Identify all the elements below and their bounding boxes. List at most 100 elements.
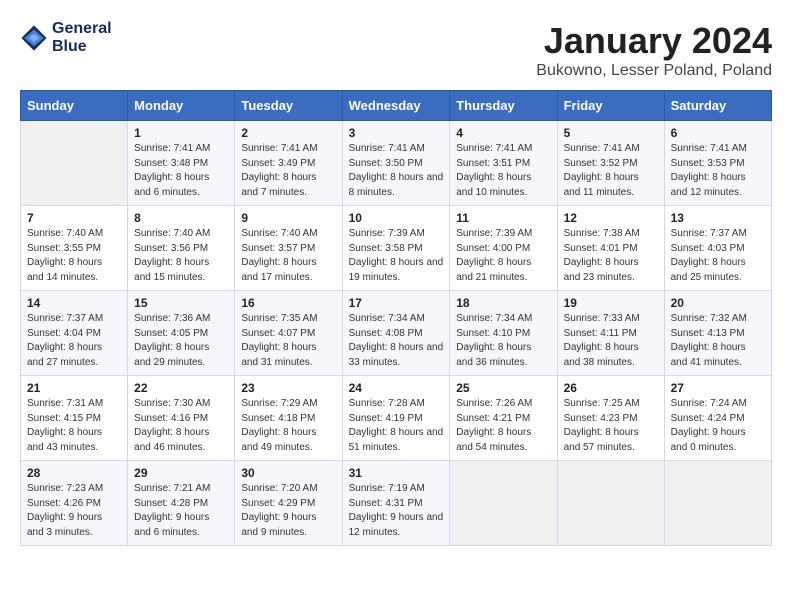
day-number: 27 <box>671 381 765 395</box>
day-number: 3 <box>349 126 444 140</box>
day-number: 1 <box>134 126 228 140</box>
weekday-header-tuesday: Tuesday <box>235 91 342 121</box>
day-info: Sunrise: 7:41 AM Sunset: 3:49 PM Dayligh… <box>241 142 335 200</box>
day-number: 13 <box>671 211 765 225</box>
logo-text: General Blue <box>52 20 112 56</box>
calendar-header-row: SundayMondayTuesdayWednesdayThursdayFrid… <box>21 91 772 121</box>
weekday-header-saturday: Saturday <box>664 91 771 121</box>
day-number: 22 <box>134 381 228 395</box>
day-number: 8 <box>134 211 228 225</box>
calendar-cell: 19 Sunrise: 7:33 AM Sunset: 4:11 PM Dayli… <box>557 291 664 376</box>
calendar-cell: 15 Sunrise: 7:36 AM Sunset: 4:05 PM Dayli… <box>128 291 235 376</box>
month-title: January 2024 <box>536 20 772 62</box>
calendar-week-row: 14 Sunrise: 7:37 AM Sunset: 4:04 PM Dayli… <box>21 291 772 376</box>
day-number: 11 <box>456 211 550 225</box>
day-number: 12 <box>564 211 658 225</box>
calendar-cell: 30 Sunrise: 7:20 AM Sunset: 4:29 PM Dayli… <box>235 461 342 546</box>
day-number: 15 <box>134 296 228 310</box>
day-info: Sunrise: 7:36 AM Sunset: 4:05 PM Dayligh… <box>134 312 228 370</box>
day-info: Sunrise: 7:41 AM Sunset: 3:53 PM Dayligh… <box>671 142 765 200</box>
calendar-week-row: 21Sunrise: 7:31 AM Sunset: 4:15 PM Dayli… <box>21 376 772 461</box>
calendar-cell: 24Sunrise: 7:28 AM Sunset: 4:19 PM Dayli… <box>342 376 450 461</box>
day-number: 14 <box>27 296 121 310</box>
day-number: 18 <box>456 296 550 310</box>
day-info: Sunrise: 7:35 AM Sunset: 4:07 PM Dayligh… <box>241 312 335 370</box>
day-info: Sunrise: 7:26 AM Sunset: 4:21 PM Dayligh… <box>456 397 550 455</box>
calendar-cell: 1 Sunrise: 7:41 AM Sunset: 3:48 PM Daylig… <box>128 121 235 206</box>
title-section: January 2024 Bukowno, Lesser Poland, Pol… <box>536 20 772 80</box>
calendar-cell: 16 Sunrise: 7:35 AM Sunset: 4:07 PM Dayli… <box>235 291 342 376</box>
day-info: Sunrise: 7:41 AM Sunset: 3:52 PM Dayligh… <box>564 142 658 200</box>
day-number: 28 <box>27 466 121 480</box>
calendar-cell: 20 Sunrise: 7:32 AM Sunset: 4:13 PM Dayli… <box>664 291 771 376</box>
calendar-cell: 28Sunrise: 7:23 AM Sunset: 4:26 PM Dayli… <box>21 461 128 546</box>
day-info: Sunrise: 7:34 AM Sunset: 4:08 PM Dayligh… <box>349 312 444 370</box>
calendar-cell: 10 Sunrise: 7:39 AM Sunset: 3:58 PM Dayli… <box>342 206 450 291</box>
weekday-header-friday: Friday <box>557 91 664 121</box>
day-info: Sunrise: 7:39 AM Sunset: 4:00 PM Dayligh… <box>456 227 550 285</box>
day-info: Sunrise: 7:37 AM Sunset: 4:04 PM Dayligh… <box>27 312 121 370</box>
calendar-cell: 29Sunrise: 7:21 AM Sunset: 4:28 PM Dayli… <box>128 461 235 546</box>
calendar-cell: 3 Sunrise: 7:41 AM Sunset: 3:50 PM Daylig… <box>342 121 450 206</box>
calendar-cell <box>557 461 664 546</box>
calendar-cell: 7 Sunrise: 7:40 AM Sunset: 3:55 PM Daylig… <box>21 206 128 291</box>
day-info: Sunrise: 7:40 AM Sunset: 3:56 PM Dayligh… <box>134 227 228 285</box>
day-info: Sunrise: 7:41 AM Sunset: 3:51 PM Dayligh… <box>456 142 550 200</box>
day-info: Sunrise: 7:30 AM Sunset: 4:16 PM Dayligh… <box>134 397 228 455</box>
day-number: 2 <box>241 126 335 140</box>
weekday-header-thursday: Thursday <box>450 91 557 121</box>
calendar-cell <box>450 461 557 546</box>
logo: General Blue <box>20 20 112 56</box>
calendar-cell: 18 Sunrise: 7:34 AM Sunset: 4:10 PM Dayli… <box>450 291 557 376</box>
calendar-table: SundayMondayTuesdayWednesdayThursdayFrid… <box>20 90 772 546</box>
calendar-cell: 14 Sunrise: 7:37 AM Sunset: 4:04 PM Dayli… <box>21 291 128 376</box>
weekday-header-monday: Monday <box>128 91 235 121</box>
day-number: 9 <box>241 211 335 225</box>
calendar-cell: 27Sunrise: 7:24 AM Sunset: 4:24 PM Dayli… <box>664 376 771 461</box>
day-number: 30 <box>241 466 335 480</box>
calendar-cell <box>664 461 771 546</box>
day-info: Sunrise: 7:25 AM Sunset: 4:23 PM Dayligh… <box>564 397 658 455</box>
day-info: Sunrise: 7:31 AM Sunset: 4:15 PM Dayligh… <box>27 397 121 455</box>
calendar-cell: 12 Sunrise: 7:38 AM Sunset: 4:01 PM Dayli… <box>557 206 664 291</box>
calendar-cell: 2 Sunrise: 7:41 AM Sunset: 3:49 PM Daylig… <box>235 121 342 206</box>
day-number: 16 <box>241 296 335 310</box>
day-info: Sunrise: 7:37 AM Sunset: 4:03 PM Dayligh… <box>671 227 765 285</box>
day-number: 17 <box>349 296 444 310</box>
day-info: Sunrise: 7:19 AM Sunset: 4:31 PM Dayligh… <box>349 482 444 540</box>
day-info: Sunrise: 7:38 AM Sunset: 4:01 PM Dayligh… <box>564 227 658 285</box>
calendar-cell: 31 Sunrise: 7:19 AM Sunset: 4:31 PM Dayli… <box>342 461 450 546</box>
calendar-cell: 22 Sunrise: 7:30 AM Sunset: 4:16 PM Dayli… <box>128 376 235 461</box>
day-number: 7 <box>27 211 121 225</box>
calendar-cell: 17 Sunrise: 7:34 AM Sunset: 4:08 PM Dayli… <box>342 291 450 376</box>
weekday-header-sunday: Sunday <box>21 91 128 121</box>
day-info: Sunrise: 7:34 AM Sunset: 4:10 PM Dayligh… <box>456 312 550 370</box>
calendar-cell: 26Sunrise: 7:25 AM Sunset: 4:23 PM Dayli… <box>557 376 664 461</box>
day-info: Sunrise: 7:41 AM Sunset: 3:48 PM Dayligh… <box>134 142 228 200</box>
day-number: 20 <box>671 296 765 310</box>
calendar-cell: 13 Sunrise: 7:37 AM Sunset: 4:03 PM Dayli… <box>664 206 771 291</box>
day-number: 5 <box>564 126 658 140</box>
day-info: Sunrise: 7:28 AM Sunset: 4:19 PM Dayligh… <box>349 397 444 455</box>
location-title: Bukowno, Lesser Poland, Poland <box>536 62 772 80</box>
day-info: Sunrise: 7:29 AM Sunset: 4:18 PM Dayligh… <box>241 397 335 455</box>
day-number: 19 <box>564 296 658 310</box>
day-info: Sunrise: 7:33 AM Sunset: 4:11 PM Dayligh… <box>564 312 658 370</box>
day-number: 10 <box>349 211 444 225</box>
day-info: Sunrise: 7:39 AM Sunset: 3:58 PM Dayligh… <box>349 227 444 285</box>
calendar-cell: 23 Sunrise: 7:29 AM Sunset: 4:18 PM Dayli… <box>235 376 342 461</box>
weekday-header-wednesday: Wednesday <box>342 91 450 121</box>
day-number: 31 <box>349 466 444 480</box>
day-info: Sunrise: 7:32 AM Sunset: 4:13 PM Dayligh… <box>671 312 765 370</box>
day-number: 23 <box>241 381 335 395</box>
calendar-week-row: 7 Sunrise: 7:40 AM Sunset: 3:55 PM Daylig… <box>21 206 772 291</box>
calendar-cell: 4Sunrise: 7:41 AM Sunset: 3:51 PM Daylig… <box>450 121 557 206</box>
day-number: 6 <box>671 126 765 140</box>
page-header: General Blue January 2024 Bukowno, Lesse… <box>20 20 772 80</box>
day-info: Sunrise: 7:41 AM Sunset: 3:50 PM Dayligh… <box>349 142 444 200</box>
day-info: Sunrise: 7:20 AM Sunset: 4:29 PM Dayligh… <box>241 482 335 540</box>
calendar-cell: 21Sunrise: 7:31 AM Sunset: 4:15 PM Dayli… <box>21 376 128 461</box>
day-info: Sunrise: 7:40 AM Sunset: 3:55 PM Dayligh… <box>27 227 121 285</box>
calendar-cell: 8 Sunrise: 7:40 AM Sunset: 3:56 PM Daylig… <box>128 206 235 291</box>
day-number: 25 <box>456 381 550 395</box>
